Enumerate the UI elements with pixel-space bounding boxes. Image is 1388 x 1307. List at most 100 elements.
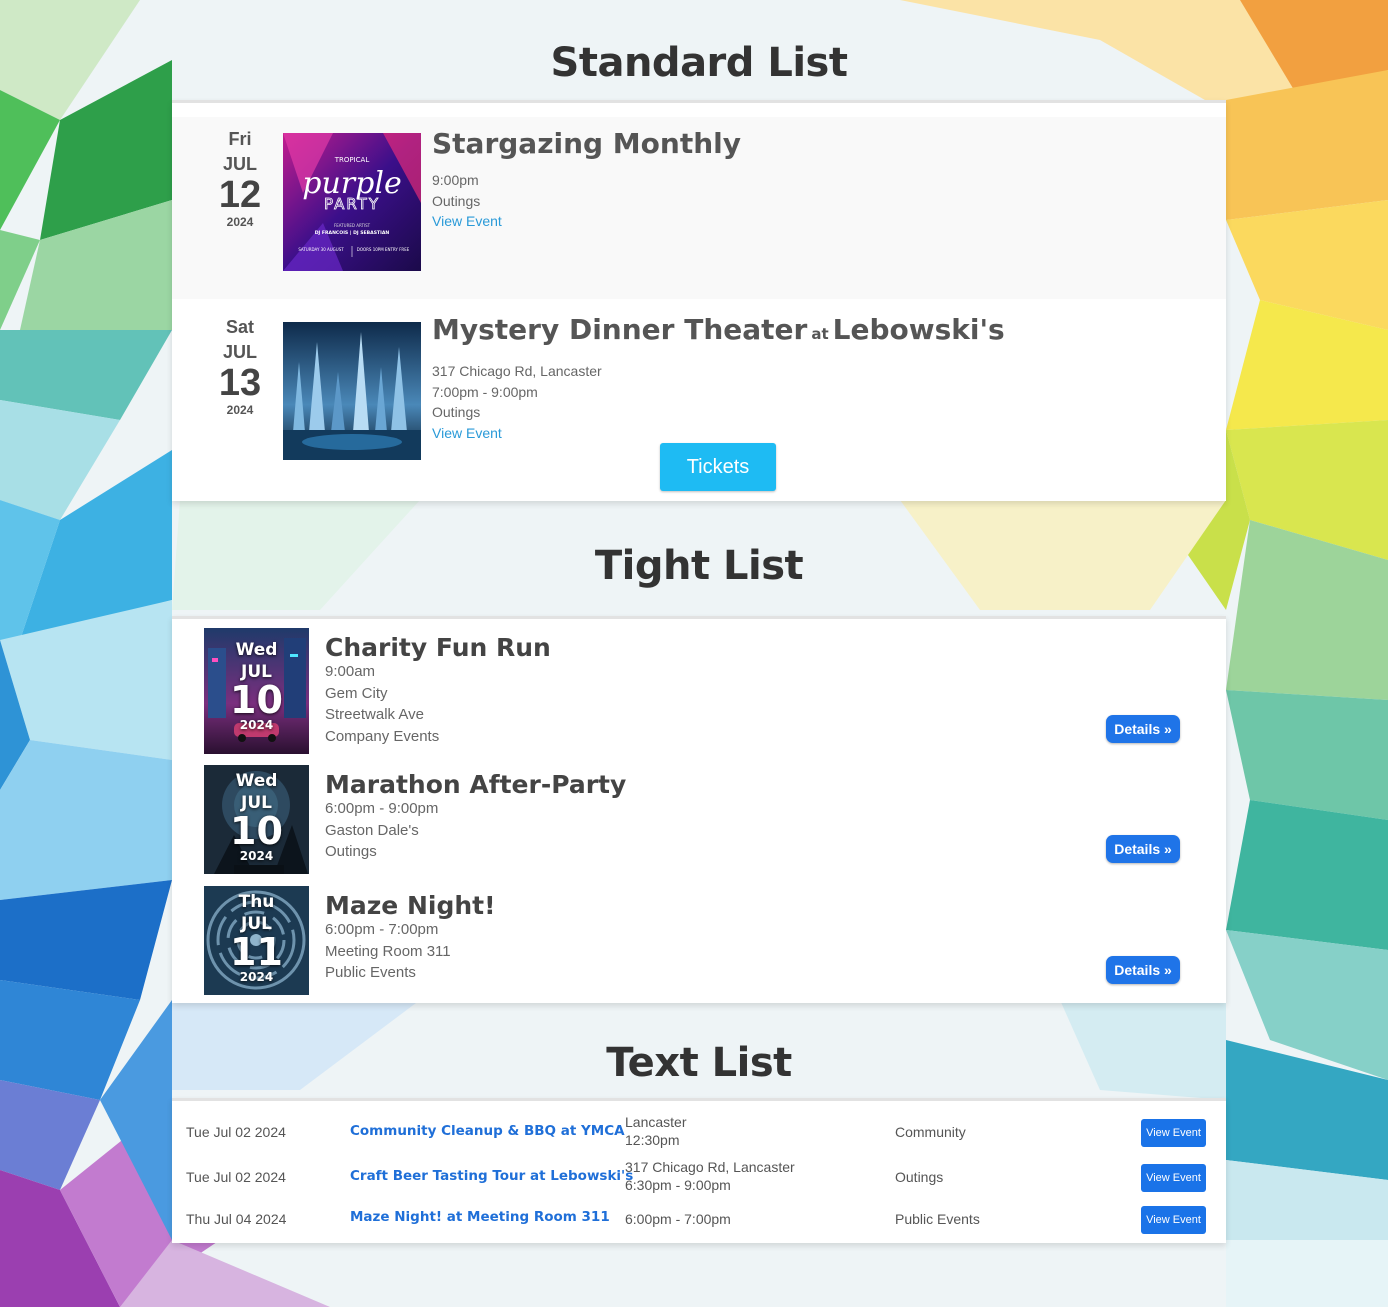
event-thumbnail[interactable]: Wed JUL 10 2024: [204, 628, 309, 754]
event-title[interactable]: Maze Night!: [325, 891, 496, 920]
event-thumbnail[interactable]: Wed JUL 10 2024: [204, 765, 309, 874]
event-year: 2024: [239, 970, 274, 984]
tight-event-row: Thu JUL 11 2024 Maze Night! 6:00pm - 7:0…: [172, 883, 1226, 995]
event-time: 12:30pm: [625, 1131, 680, 1148]
event-time: 6:00pm - 7:00pm: [625, 1211, 731, 1227]
event-where: 317 Chicago Rd, Lancaster 6:30pm - 9:00p…: [625, 1159, 795, 1194]
event-category: Outings: [895, 1169, 944, 1185]
text-list-heading: Text List: [606, 1040, 792, 1086]
standard-event-row: Fri JUL 12 2024 TROPICAL purple PARTY FE…: [172, 117, 1226, 299]
event-title-link[interactable]: Community Cleanup & BBQ at YMCA: [350, 1123, 625, 1139]
event-title-text[interactable]: Stargazing Monthly: [432, 127, 741, 160]
event-date: Tue Jul 02 2024: [186, 1169, 286, 1185]
event-where: 6:00pm - 7:00pm: [625, 1211, 731, 1229]
event-location: Meeting Room 311: [325, 942, 451, 960]
event-time: 9:00am: [325, 663, 376, 680]
event-date: Thu Jul 04 2024: [186, 1211, 287, 1227]
event-title[interactable]: Marathon After-Party: [325, 770, 626, 799]
standard-list-panel: Fri JUL 12 2024 TROPICAL purple PARTY FE…: [172, 100, 1226, 501]
event-title-text[interactable]: Mystery Dinner Theater: [432, 313, 807, 346]
event-day: 13: [218, 362, 262, 404]
standard-event-row: Sat JUL 13 2024 Mystery Dinner Theater a…: [172, 299, 1226, 501]
event-year: 2024: [226, 215, 254, 229]
event-date-block: Fri JUL 12 2024: [200, 129, 280, 229]
event-time: 6:00pm - 7:00pm: [325, 921, 439, 938]
event-weekday: Thu: [238, 892, 275, 912]
event-details: 9:00pm Outings View Event: [432, 170, 502, 232]
at-connector: at: [811, 325, 829, 343]
event-title-link[interactable]: Maze Night! at Meeting Room 311: [350, 1209, 610, 1225]
tight-event-row: Wed JUL 10 2024 Charity Fun Run 9:00am G…: [172, 625, 1226, 754]
event-year: 2024: [239, 718, 274, 732]
view-event-button[interactable]: View Event: [1141, 1119, 1206, 1147]
event-day: 10: [230, 809, 283, 853]
event-title[interactable]: Stargazing Monthly: [432, 127, 741, 160]
event-details: 6:00pm - 7:00pm Meeting Room 311 Public …: [325, 919, 451, 984]
svg-text:DOORS 10PM ENTRY FREE: DOORS 10PM ENTRY FREE: [357, 247, 410, 252]
event-day: 10: [230, 678, 283, 722]
event-category: Public Events: [895, 1211, 980, 1227]
event-location: Lancaster: [625, 1114, 687, 1130]
event-time: 9:00pm: [432, 172, 479, 188]
tickets-button[interactable]: Tickets: [660, 443, 776, 491]
event-month: JUL: [222, 342, 257, 362]
event-year: 2024: [239, 849, 274, 863]
details-button[interactable]: Details »: [1106, 715, 1180, 743]
event-where: Lancaster 12:30pm: [625, 1114, 686, 1149]
svg-text:SATURDAY 30 AUGUST: SATURDAY 30 AUGUST: [298, 247, 344, 252]
event-title[interactable]: Charity Fun Run: [325, 633, 551, 662]
event-location: Gaston Dale's: [325, 821, 419, 839]
futuristic-city-image: [283, 322, 421, 460]
event-time: 6:00pm - 9:00pm: [325, 800, 439, 817]
event-details: 317 Chicago Rd, Lancaster 7:00pm - 9:00p…: [432, 361, 602, 443]
event-location: 317 Chicago Rd, Lancaster: [625, 1159, 795, 1175]
details-button[interactable]: Details »: [1106, 835, 1180, 863]
event-year: 2024: [226, 403, 254, 417]
event-details: 6:00pm - 9:00pm Gaston Dale's Outings: [325, 798, 438, 863]
svg-text:DJ FRANCOIS | DJ SEBASTIAN: DJ FRANCOIS | DJ SEBASTIAN: [315, 230, 390, 236]
event-category: Outings: [432, 192, 481, 209]
details-button[interactable]: Details »: [1106, 956, 1180, 984]
event-weekday: Wed: [235, 771, 278, 791]
event-category: Community: [895, 1124, 966, 1140]
event-day: 12: [218, 174, 262, 216]
tight-date-overlay: Wed JUL 10 2024: [204, 628, 309, 732]
text-event-row: Thu Jul 04 2024 Maze Night! at Meeting R…: [172, 1202, 1226, 1238]
tight-date-overlay: Thu JUL 11 2024: [204, 886, 309, 984]
event-thumbnail[interactable]: Thu JUL 11 2024: [204, 886, 309, 995]
view-event-button[interactable]: View Event: [1141, 1164, 1206, 1192]
event-date-block: Sat JUL 13 2024: [200, 317, 280, 417]
event-title[interactable]: Mystery Dinner Theater at Lebowski's: [432, 313, 1005, 346]
text-event-row: Tue Jul 02 2024 Craft Beer Tasting Tour …: [172, 1158, 1226, 1198]
event-weekday: Sat: [225, 317, 254, 337]
text-event-row: Tue Jul 02 2024 Community Cleanup & BBQ …: [172, 1113, 1226, 1153]
tight-date-overlay: Wed JUL 10 2024: [204, 765, 309, 863]
tight-list-heading: Tight List: [594, 543, 804, 589]
event-date: Tue Jul 02 2024: [186, 1124, 286, 1140]
event-flyer-image[interactable]: TROPICAL purple PARTY FEATURED ARTIST DJ…: [283, 133, 421, 271]
svg-text:FEATURED ARTIST: FEATURED ARTIST: [334, 223, 371, 228]
event-weekday: Fri: [228, 129, 252, 149]
view-event-button[interactable]: View Event: [1141, 1206, 1206, 1234]
svg-text:PARTY: PARTY: [324, 195, 380, 213]
event-day: 11: [230, 930, 283, 974]
event-details: 9:00am Gem City Streetwalk Ave Company E…: [325, 661, 439, 747]
text-list-panel: Tue Jul 02 2024 Community Cleanup & BBQ …: [172, 1098, 1226, 1243]
event-title-link[interactable]: Craft Beer Tasting Tour at Lebowski's: [350, 1168, 633, 1184]
event-category: Outings: [325, 843, 377, 860]
event-location: Gem City: [325, 684, 388, 702]
event-weekday: Wed: [235, 640, 278, 660]
event-time: 6:30pm - 9:00pm: [625, 1176, 731, 1193]
event-category: Outings: [432, 404, 481, 420]
tight-list-panel: Wed JUL 10 2024 Charity Fun Run 9:00am G…: [172, 616, 1226, 1003]
standard-list-heading: Standard List: [550, 40, 848, 86]
event-address: 317 Chicago Rd, Lancaster: [432, 363, 602, 379]
event-venue[interactable]: Lebowski's: [833, 313, 1005, 346]
view-event-link[interactable]: View Event: [432, 213, 502, 229]
event-category: Company Events: [325, 727, 440, 745]
view-event-link[interactable]: View Event: [432, 425, 502, 441]
event-month: JUL: [222, 154, 257, 174]
svg-text:TROPICAL: TROPICAL: [334, 156, 370, 164]
event-time: 7:00pm - 9:00pm: [432, 383, 538, 400]
event-image[interactable]: [283, 322, 421, 460]
